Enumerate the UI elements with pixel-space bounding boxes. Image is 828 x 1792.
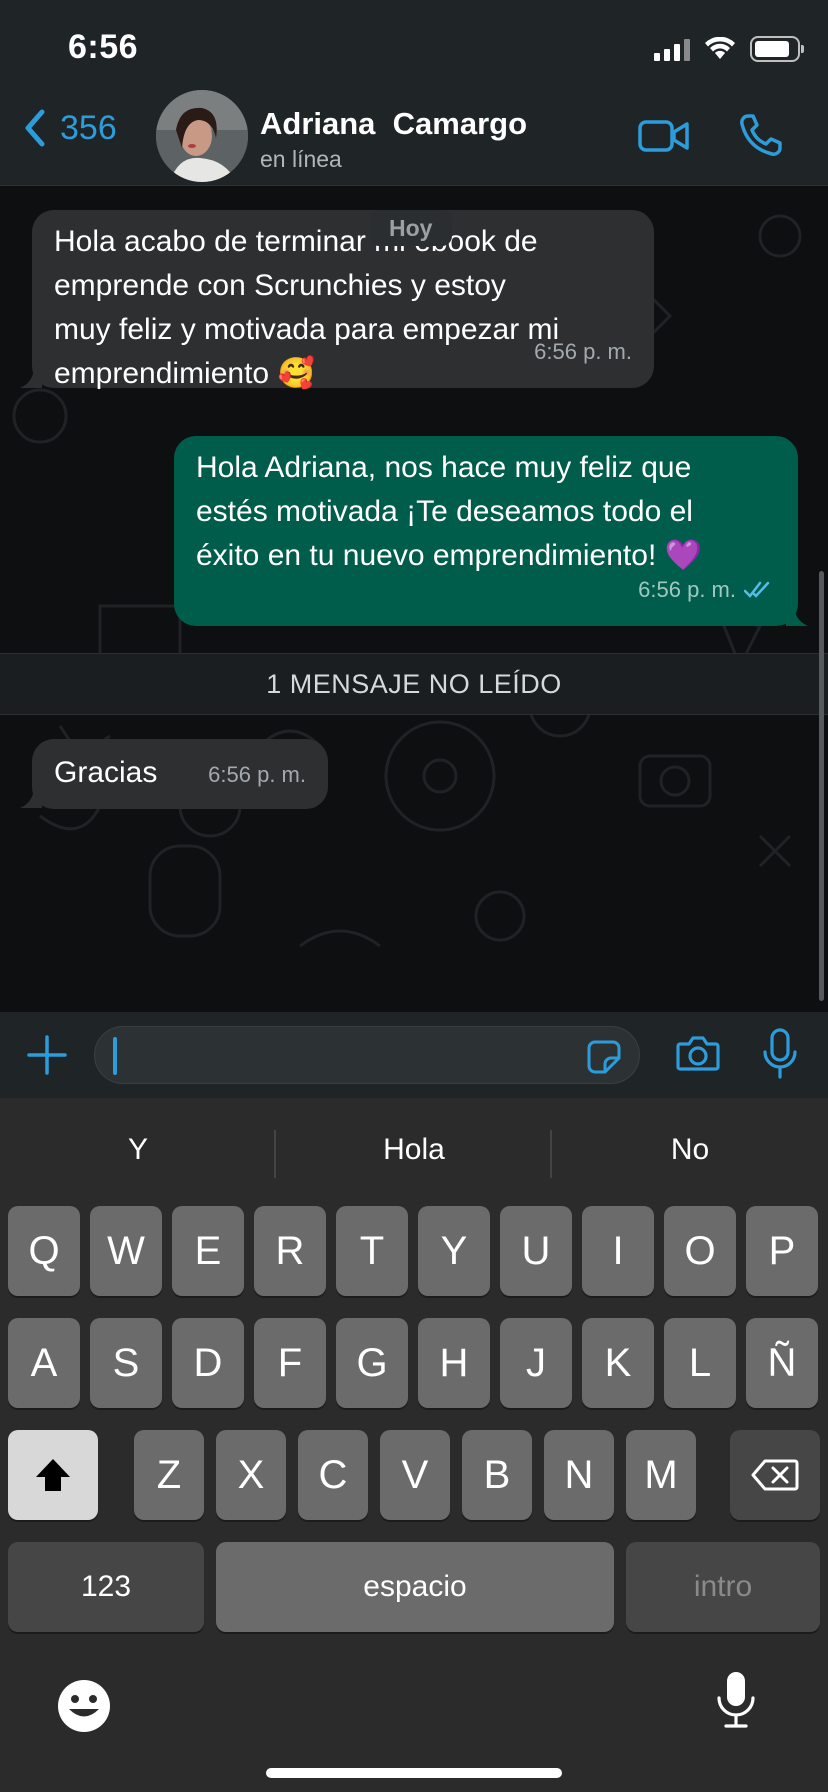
contact-status: en línea bbox=[260, 146, 342, 172]
key-u[interactable]: U bbox=[500, 1206, 572, 1296]
avatar-photo bbox=[156, 90, 248, 182]
avatar[interactable] bbox=[156, 90, 248, 182]
text-caret bbox=[113, 1037, 117, 1075]
backspace-icon bbox=[751, 1459, 799, 1491]
backspace-key[interactable] bbox=[730, 1430, 820, 1520]
key-c[interactable]: C bbox=[298, 1430, 368, 1520]
date-separator: Hoy bbox=[369, 210, 453, 246]
status-time: 6:56 bbox=[68, 28, 139, 66]
incoming-message[interactable]: Hola acabo de terminar mi ebook de empre… bbox=[32, 210, 654, 390]
keyboard: Y Hola No Q W E R T Y U I O P A S D F G … bbox=[0, 1098, 828, 1792]
contact-name[interactable]: Adriana Camargo bbox=[260, 106, 527, 142]
key-n[interactable]: N bbox=[544, 1430, 614, 1520]
key-w[interactable]: W bbox=[90, 1206, 162, 1296]
key-p[interactable]: P bbox=[746, 1206, 818, 1296]
wifi-icon bbox=[705, 37, 735, 59]
back-button[interactable]: 356 bbox=[22, 108, 117, 148]
bubble-tail bbox=[20, 786, 42, 808]
message-text-line: Hola Adriana, nos hace muy feliz que bbox=[196, 451, 692, 484]
key-r[interactable]: R bbox=[254, 1206, 326, 1296]
video-call-button[interactable] bbox=[638, 116, 690, 156]
key-o[interactable]: O bbox=[664, 1206, 736, 1296]
key-s[interactable]: S bbox=[90, 1318, 162, 1408]
key-l[interactable]: L bbox=[664, 1318, 736, 1408]
shift-arrow-icon bbox=[36, 1459, 70, 1491]
key-z[interactable]: Z bbox=[134, 1430, 204, 1520]
return-key[interactable]: intro bbox=[626, 1542, 820, 1632]
voice-note-mic-button[interactable] bbox=[762, 1028, 798, 1080]
home-indicator[interactable] bbox=[266, 1768, 562, 1778]
scrollbar[interactable] bbox=[819, 571, 824, 1001]
key-n-tilde[interactable]: Ñ bbox=[746, 1318, 818, 1408]
sticker-icon[interactable] bbox=[587, 1040, 621, 1074]
key-h[interactable]: H bbox=[418, 1318, 490, 1408]
message-time: 6:56 p. m. bbox=[534, 339, 632, 364]
outgoing-message[interactable]: Hola Adriana, nos hace muy feliz que est… bbox=[174, 436, 798, 626]
bubble-tail bbox=[20, 366, 42, 388]
message-text-line: emprende con Scrunchies y estoy bbox=[54, 269, 506, 302]
cellular-signal-icon bbox=[654, 37, 690, 61]
dictation-mic-icon[interactable] bbox=[716, 1670, 756, 1730]
key-d[interactable]: D bbox=[172, 1318, 244, 1408]
chat-area[interactable]: Hola acabo de terminar mi ebook de empre… bbox=[0, 186, 828, 1012]
space-key[interactable]: espacio bbox=[216, 1542, 614, 1632]
key-m[interactable]: M bbox=[626, 1430, 696, 1520]
key-t[interactable]: T bbox=[336, 1206, 408, 1296]
status-icons bbox=[654, 32, 804, 66]
chat-header: 6:56 356 Adriana Camargo en línea bbox=[0, 0, 828, 186]
battery-icon bbox=[750, 36, 804, 62]
double-check-read-icon bbox=[744, 581, 770, 598]
bubble-tail bbox=[786, 604, 808, 626]
chevron-left-icon bbox=[25, 109, 45, 147]
key-x[interactable]: X bbox=[216, 1430, 286, 1520]
incoming-message[interactable]: Gracias 6:56 p. m. bbox=[32, 739, 328, 809]
key-v[interactable]: V bbox=[380, 1430, 450, 1520]
key-k[interactable]: K bbox=[582, 1318, 654, 1408]
key-i[interactable]: I bbox=[582, 1206, 654, 1296]
key-j[interactable]: J bbox=[500, 1318, 572, 1408]
unread-chats-count: 356 bbox=[60, 108, 117, 147]
camera-button[interactable] bbox=[676, 1034, 720, 1072]
message-text-line: Hola acabo de terminar mi ebook de bbox=[54, 225, 538, 258]
key-y[interactable]: Y bbox=[418, 1206, 490, 1296]
message-composer bbox=[0, 1012, 828, 1098]
suggestion-item[interactable]: Y bbox=[0, 1122, 276, 1178]
key-q[interactable]: Q bbox=[8, 1206, 80, 1296]
message-time: 6:56 p. m. bbox=[638, 577, 736, 602]
suggestion-item[interactable]: No bbox=[552, 1122, 828, 1178]
key-f[interactable]: F bbox=[254, 1318, 326, 1408]
message-text-line: estés motivada ¡Te deseamos todo el bbox=[196, 495, 693, 528]
shift-key[interactable] bbox=[8, 1430, 98, 1520]
key-e[interactable]: E bbox=[172, 1206, 244, 1296]
message-time: 6:56 p. m. bbox=[208, 762, 306, 787]
suggestion-item[interactable]: Hola bbox=[276, 1122, 552, 1178]
key-b[interactable]: B bbox=[462, 1430, 532, 1520]
unread-messages-banner: 1 MENSAJE NO LEÍDO bbox=[0, 653, 828, 715]
predictive-suggestions: Y Hola No bbox=[0, 1122, 828, 1178]
emoji-keyboard-icon[interactable] bbox=[56, 1678, 112, 1734]
key-g[interactable]: G bbox=[336, 1318, 408, 1408]
numbers-key[interactable]: 123 bbox=[8, 1542, 204, 1632]
message-input[interactable] bbox=[94, 1026, 640, 1084]
key-a[interactable]: A bbox=[8, 1318, 80, 1408]
voice-call-button[interactable] bbox=[738, 112, 784, 158]
attach-plus-button[interactable] bbox=[26, 1034, 68, 1076]
